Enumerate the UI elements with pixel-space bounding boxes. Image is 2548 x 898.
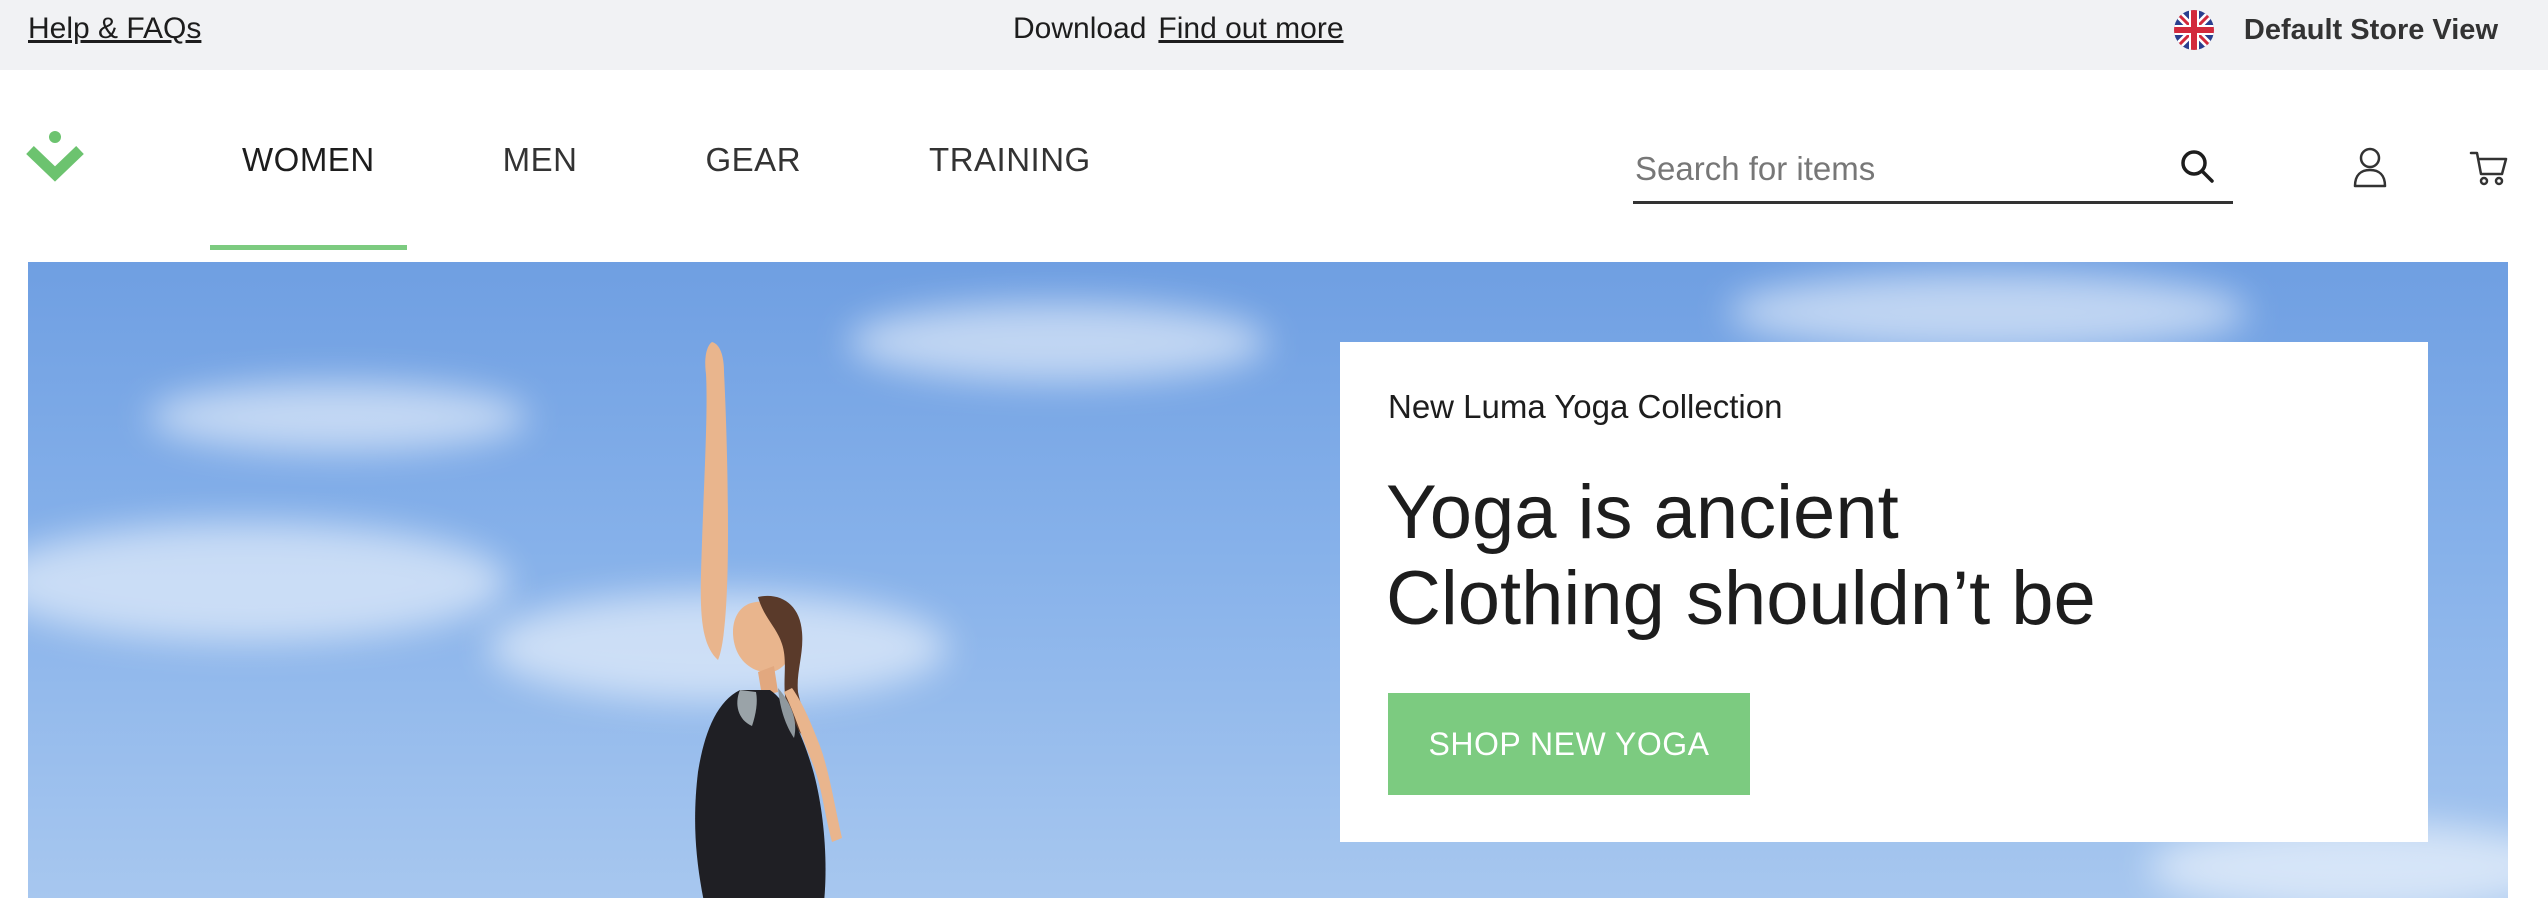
yoga-model-image — [695, 342, 842, 898]
uk-flag-icon — [2173, 10, 2214, 50]
headline-line-2: Clothing shouldn’t be — [1386, 556, 2096, 641]
shop-new-yoga-button[interactable]: SHOP NEW YOGA — [1388, 693, 1750, 795]
download-promo: Download Find out more — [1013, 12, 1344, 46]
hero-banner: New Luma Yoga Collection Yoga is ancient… — [28, 262, 2508, 898]
nav-men[interactable]: MEN — [471, 70, 610, 250]
sky-cloud — [1728, 272, 2248, 352]
promo-eyebrow: New Luma Yoga Collection — [1388, 388, 1783, 425]
user-icon[interactable] — [2352, 146, 2388, 188]
sky-cloud — [28, 522, 508, 642]
promo-card: New Luma Yoga Collection Yoga is ancient… — [1340, 342, 2428, 842]
search-icon[interactable] — [2179, 148, 2215, 184]
cart-icon[interactable] — [2469, 149, 2509, 187]
nav-training[interactable]: TRAINING — [897, 70, 1123, 250]
sky-cloud — [848, 302, 1268, 382]
brand-logo-icon[interactable] — [26, 130, 84, 186]
download-text: Download — [1013, 12, 1147, 45]
sky-cloud — [148, 382, 528, 452]
top-bar: Help & FAQs Download Find out more Defaul… — [0, 0, 2548, 70]
store-view-label: Default Store View — [2243, 13, 2498, 46]
help-faqs-link[interactable]: Help & FAQs — [28, 12, 201, 46]
main-nav: WOMEN MEN GEAR TRAINING — [210, 70, 1187, 250]
site-header: WOMEN MEN GEAR TRAINING — [0, 70, 2548, 262]
search-input[interactable] — [1635, 146, 2155, 192]
find-out-more-link[interactable]: Find out more — [1158, 12, 1343, 45]
search-bar — [1633, 140, 2233, 204]
nav-women[interactable]: WOMEN — [210, 70, 407, 250]
headline-line-1: Yoga is ancient — [1386, 470, 1899, 555]
nav-gear[interactable]: GEAR — [674, 70, 834, 250]
promo-headline: Yoga is ancient Clothing shouldn’t be — [1386, 470, 2096, 642]
store-switcher[interactable]: Default Store View — [2173, 10, 2498, 50]
